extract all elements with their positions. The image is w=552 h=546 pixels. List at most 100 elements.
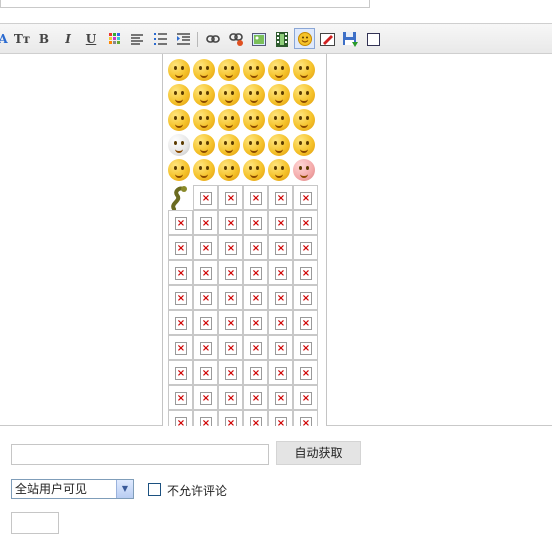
emoticon-face-icon[interactable] bbox=[243, 84, 265, 106]
emoticon-face-icon[interactable] bbox=[243, 134, 265, 156]
emoticon-cell[interactable]: × bbox=[193, 385, 218, 410]
tag-input[interactable] bbox=[11, 444, 269, 465]
emoticon-cell[interactable]: × bbox=[243, 360, 268, 385]
emoticon-cell[interactable]: × bbox=[168, 260, 193, 285]
emoticon-cell[interactable]: × bbox=[243, 310, 268, 335]
emoticon-cell[interactable]: × bbox=[168, 285, 193, 310]
emoticon-cell[interactable]: × bbox=[268, 385, 293, 410]
emoticon-cell[interactable]: × bbox=[293, 360, 318, 385]
emoticon-face-icon[interactable] bbox=[218, 109, 240, 131]
emoticon-cell[interactable]: × bbox=[218, 335, 243, 360]
emoticon-cell[interactable]: × bbox=[168, 235, 193, 260]
captcha-input[interactable] bbox=[11, 512, 59, 534]
emoticon-face-icon[interactable] bbox=[218, 59, 240, 81]
emoticon-face-icon[interactable] bbox=[293, 134, 315, 156]
emoticon-cell[interactable]: × bbox=[243, 385, 268, 410]
unordered-list-icon[interactable] bbox=[151, 30, 169, 48]
emoticon-face-icon[interactable] bbox=[243, 59, 265, 81]
emoticon-cell[interactable]: × bbox=[243, 335, 268, 360]
emoticon-face-icon[interactable] bbox=[293, 109, 315, 131]
bold-icon[interactable]: B bbox=[35, 30, 53, 48]
emoticon-face-icon[interactable] bbox=[168, 109, 190, 131]
no-comment-checkbox[interactable] bbox=[148, 483, 161, 496]
emoticon-cell[interactable]: × bbox=[293, 185, 318, 210]
auto-fetch-button[interactable]: 自动获取 bbox=[276, 441, 361, 465]
emoticon-cell[interactable]: × bbox=[193, 285, 218, 310]
emoticon-cell[interactable]: × bbox=[268, 210, 293, 235]
emoticon-face-icon[interactable] bbox=[193, 134, 215, 156]
emoticon-cell[interactable]: × bbox=[193, 335, 218, 360]
emoticon-face-icon[interactable] bbox=[243, 109, 265, 131]
emoticon-face-icon[interactable] bbox=[243, 159, 265, 181]
emoticon-cell[interactable]: × bbox=[268, 360, 293, 385]
clear-format-icon[interactable] bbox=[318, 30, 336, 48]
emoticon-cell[interactable]: × bbox=[168, 210, 193, 235]
emoticon-cell[interactable]: × bbox=[293, 310, 318, 335]
emoticon-face-icon[interactable] bbox=[268, 59, 290, 81]
emoticon-cell[interactable]: × bbox=[243, 210, 268, 235]
indent-icon[interactable] bbox=[174, 30, 192, 48]
emoticon-cell[interactable]: × bbox=[293, 410, 318, 426]
font-icon[interactable]: A bbox=[0, 30, 12, 48]
emoticon-cell[interactable]: × bbox=[193, 210, 218, 235]
emoticon-cell[interactable]: × bbox=[168, 410, 193, 426]
emoticon-face-icon[interactable] bbox=[168, 84, 190, 106]
emoticon-cell[interactable]: × bbox=[293, 260, 318, 285]
emoticon-cell[interactable]: × bbox=[218, 310, 243, 335]
emoticon-face-icon[interactable] bbox=[218, 159, 240, 181]
emoticon-cell[interactable]: × bbox=[293, 285, 318, 310]
emoticon-cell[interactable]: × bbox=[293, 335, 318, 360]
emoticon-cell[interactable]: × bbox=[243, 285, 268, 310]
video-icon[interactable] bbox=[273, 30, 291, 48]
emoticon-cell[interactable]: × bbox=[268, 285, 293, 310]
emoticon-cell[interactable]: × bbox=[168, 310, 193, 335]
emoticon-cell[interactable]: × bbox=[243, 260, 268, 285]
italic-icon[interactable]: I bbox=[59, 30, 77, 48]
emoticon-cell[interactable]: × bbox=[293, 385, 318, 410]
emoticon-face-icon[interactable] bbox=[268, 134, 290, 156]
emoticon-cell[interactable]: × bbox=[243, 235, 268, 260]
emoticon-face-icon[interactable] bbox=[168, 134, 190, 156]
emoticon-face-icon[interactable] bbox=[193, 59, 215, 81]
emoticon-cell[interactable]: × bbox=[218, 410, 243, 426]
emoticon-cell[interactable]: × bbox=[268, 310, 293, 335]
emoticon-cell[interactable]: × bbox=[218, 210, 243, 235]
emoticon-cell[interactable]: × bbox=[193, 185, 218, 210]
source-icon[interactable] bbox=[364, 30, 382, 48]
emoticon-cell[interactable]: × bbox=[218, 385, 243, 410]
emoticon-cell[interactable]: × bbox=[218, 360, 243, 385]
emoticon-face-icon[interactable] bbox=[218, 134, 240, 156]
snake-emoticon-icon[interactable] bbox=[168, 185, 190, 211]
emoticon-face-icon[interactable] bbox=[268, 84, 290, 106]
emoticon-cell[interactable]: × bbox=[243, 410, 268, 426]
emoticon-face-icon[interactable] bbox=[193, 159, 215, 181]
emoticon-cell[interactable]: × bbox=[193, 235, 218, 260]
emoticon-cell[interactable]: × bbox=[293, 210, 318, 235]
color-icon[interactable] bbox=[106, 30, 124, 48]
emoticon-cell[interactable]: × bbox=[268, 185, 293, 210]
emoticon-cell[interactable]: × bbox=[218, 185, 243, 210]
emoticon-cell[interactable]: × bbox=[268, 235, 293, 260]
emoticon-cell[interactable]: × bbox=[168, 360, 193, 385]
emoticon-face-icon[interactable] bbox=[293, 159, 315, 181]
unlink-icon[interactable] bbox=[227, 30, 245, 48]
emoticon-face-icon[interactable] bbox=[193, 109, 215, 131]
title-input[interactable] bbox=[0, 0, 370, 8]
emoticon-cell[interactable]: × bbox=[193, 310, 218, 335]
emoticon-cell[interactable]: × bbox=[268, 335, 293, 360]
emoticon-face-icon[interactable] bbox=[168, 59, 190, 81]
emoticon-face-icon[interactable] bbox=[293, 59, 315, 81]
underline-icon[interactable]: U bbox=[82, 30, 100, 48]
emoticon-cell[interactable]: × bbox=[168, 335, 193, 360]
emoticon-face-icon[interactable] bbox=[268, 159, 290, 181]
emoticon-face-icon[interactable] bbox=[268, 109, 290, 131]
emoticon-cell[interactable]: × bbox=[268, 410, 293, 426]
save-icon[interactable] bbox=[341, 30, 359, 48]
emoticon-face-icon[interactable] bbox=[193, 84, 215, 106]
chevron-down-icon[interactable]: ▼ bbox=[116, 480, 133, 498]
emoticon-cell[interactable]: × bbox=[168, 385, 193, 410]
emoticon-cell[interactable]: × bbox=[293, 235, 318, 260]
visibility-select[interactable]: 全站用户可见 ▼ bbox=[11, 479, 134, 499]
link-icon[interactable] bbox=[204, 30, 222, 48]
editor-content-area[interactable]: × × × × × × × × × × × × × × × × × × × × × × × × × × × × × × × × × × × × × × × ×… bbox=[0, 54, 552, 426]
